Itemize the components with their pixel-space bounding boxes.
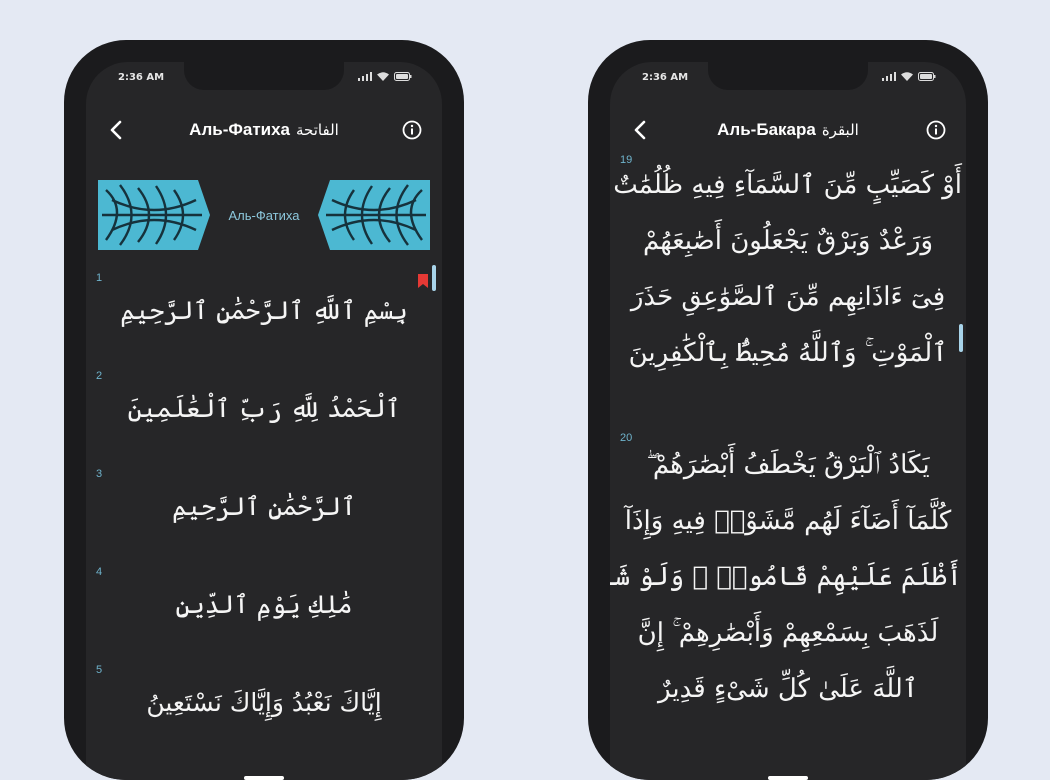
verse-number: 2 xyxy=(96,370,103,382)
info-button[interactable] xyxy=(398,116,426,144)
screen-al-fatiha: 2:36 AM Аль-Фатиха الفاتحة Аль-Фатиха 1 … xyxy=(86,62,442,780)
verse-text: ٱلرَّحْمَٰنِ ٱلرَّحِيمِ xyxy=(172,492,356,521)
verse-number: 20 xyxy=(620,432,633,444)
verse-item[interactable]: 3 ٱلرَّحْمَٰنِ ٱلرَّحِيمِ xyxy=(86,468,442,566)
verse-line: وَرَعْدٌ وَبَرْقٌ يَجْعَلُونَ أَصَٰبِعَه… xyxy=(642,226,934,256)
status-icons xyxy=(882,72,936,81)
verse-item[interactable]: 5 إِيَّاكَ نَعْبُدُ وَإِيَّاكَ نَسْتَعِي… xyxy=(86,664,442,762)
verse-line: أَوْ كَصَيِّبٍ مِّنَ ٱلسَّمَآءِ فِيهِ ظُ… xyxy=(613,170,962,200)
screen-al-baqarah: 2:36 AM Аль-Бакара البقرة 19 أَوْ كَصَيِ… xyxy=(610,62,966,780)
ornament-right-icon xyxy=(318,180,430,250)
surah-header: Аль-Фатиха الفاتحة xyxy=(86,112,442,148)
title-russian: Аль-Фатиха xyxy=(189,120,291,139)
signal-icon xyxy=(882,72,896,81)
phone-al-fatiha: 2:36 AM Аль-Фатиха الفاتحة Аль-Фатиха 1 … xyxy=(64,40,464,780)
status-icons xyxy=(358,72,412,81)
battery-icon xyxy=(394,72,412,81)
surah-header: Аль-Бакара البقرة xyxy=(610,112,966,148)
title-russian: Аль-Бакара xyxy=(717,120,816,139)
verse-list: 1 بِسْمِ ٱللَّهِ ٱلرَّحْمَٰنِ ٱلرَّحِيمِ… xyxy=(86,272,442,762)
battery-icon xyxy=(918,72,936,81)
verse-line: فِىٓ ءَاذَانِهِم مِّنَ ٱلصَّوَٰعِقِ حَذَ… xyxy=(630,282,946,312)
banner-title: Аль-Фатиха xyxy=(228,207,300,223)
verse-text: مَٰلِكِ يَوْمِ ٱلدِّينِ xyxy=(175,590,353,619)
verse-line: يَكَادُ ٱلْبَرْقُ يَخْطَفُ أَبْصَٰرَهُمْ… xyxy=(646,450,930,480)
verse-item[interactable]: 1 بِسْمِ ٱللَّهِ ٱلرَّحْمَٰنِ ٱلرَّحِيمِ xyxy=(86,272,442,370)
title-arabic: البقرة xyxy=(821,121,859,139)
back-button[interactable] xyxy=(102,116,130,144)
verse-line: لَذَهَبَ بِسَمْعِهِمْ وَأَبْصَٰرِهِمْ ۚ … xyxy=(637,618,939,648)
ornament-left-icon xyxy=(98,180,210,250)
verse-line: كُلَّمَآ أَضَآءَ لَهُم مَّشَوْا۟ فِيهِ و… xyxy=(624,506,952,536)
verse-item[interactable]: 4 مَٰلِكِ يَوْمِ ٱلدِّينِ xyxy=(86,566,442,664)
notch xyxy=(708,62,868,90)
verse-line: ٱللَّهَ عَلَىٰ كُلِّ شَىْءٍ قَدِيرٌ xyxy=(658,674,918,704)
verse-text: بِسْمِ ٱللَّهِ ٱلرَّحْمَٰنِ ٱلرَّحِيمِ xyxy=(120,296,408,325)
verse-number: 1 xyxy=(96,272,103,284)
wifi-icon xyxy=(901,72,913,81)
verse-number: 19 xyxy=(620,154,633,166)
info-icon xyxy=(926,120,946,140)
page-title: Аль-Бакара البقرة xyxy=(717,120,859,140)
status-time: 2:36 AM xyxy=(642,72,689,83)
info-icon xyxy=(402,120,422,140)
phone-al-baqarah: 2:36 AM Аль-Бакара البقرة 19 أَوْ كَصَيِ… xyxy=(588,40,988,780)
chevron-left-icon xyxy=(634,120,646,140)
home-indicator[interactable] xyxy=(768,776,808,780)
home-indicator[interactable] xyxy=(244,776,284,780)
wifi-icon xyxy=(377,72,389,81)
title-arabic: الفاتحة xyxy=(296,121,339,139)
chevron-left-icon xyxy=(110,120,122,140)
verse-text: ٱلْحَمْدُ لِلَّهِ رَبِّ ٱلْعَٰلَمِينَ xyxy=(127,394,401,423)
status-time: 2:36 AM xyxy=(118,72,165,83)
surah-banner: Аль-Фатиха xyxy=(98,180,430,250)
verse-item[interactable]: 2 ٱلْحَمْدُ لِلَّهِ رَبِّ ٱلْعَٰلَمِينَ xyxy=(86,370,442,468)
verse-line: ٱلْمَوْتِ ۚ وَٱللَّهُ مُحِيطٌۢ بِٱلْكَٰف… xyxy=(628,338,948,368)
notch xyxy=(184,62,344,90)
info-button[interactable] xyxy=(922,116,950,144)
page-title: Аль-Фатиха الفاتحة xyxy=(189,120,339,140)
signal-icon xyxy=(358,72,372,81)
back-button[interactable] xyxy=(626,116,654,144)
bookmark-icon[interactable] xyxy=(418,274,428,288)
verse-text: إِيَّاكَ نَعْبُدُ وَإِيَّاكَ نَسْتَعِينُ xyxy=(146,688,382,717)
verse-line: أَظْلَمَ عَلَيْهِمْ قَامُوا۟ ۚ وَلَوْ شَ… xyxy=(610,562,962,592)
verse-number: 5 xyxy=(96,664,103,676)
verse-number: 4 xyxy=(96,566,103,578)
verse-number: 3 xyxy=(96,468,103,480)
